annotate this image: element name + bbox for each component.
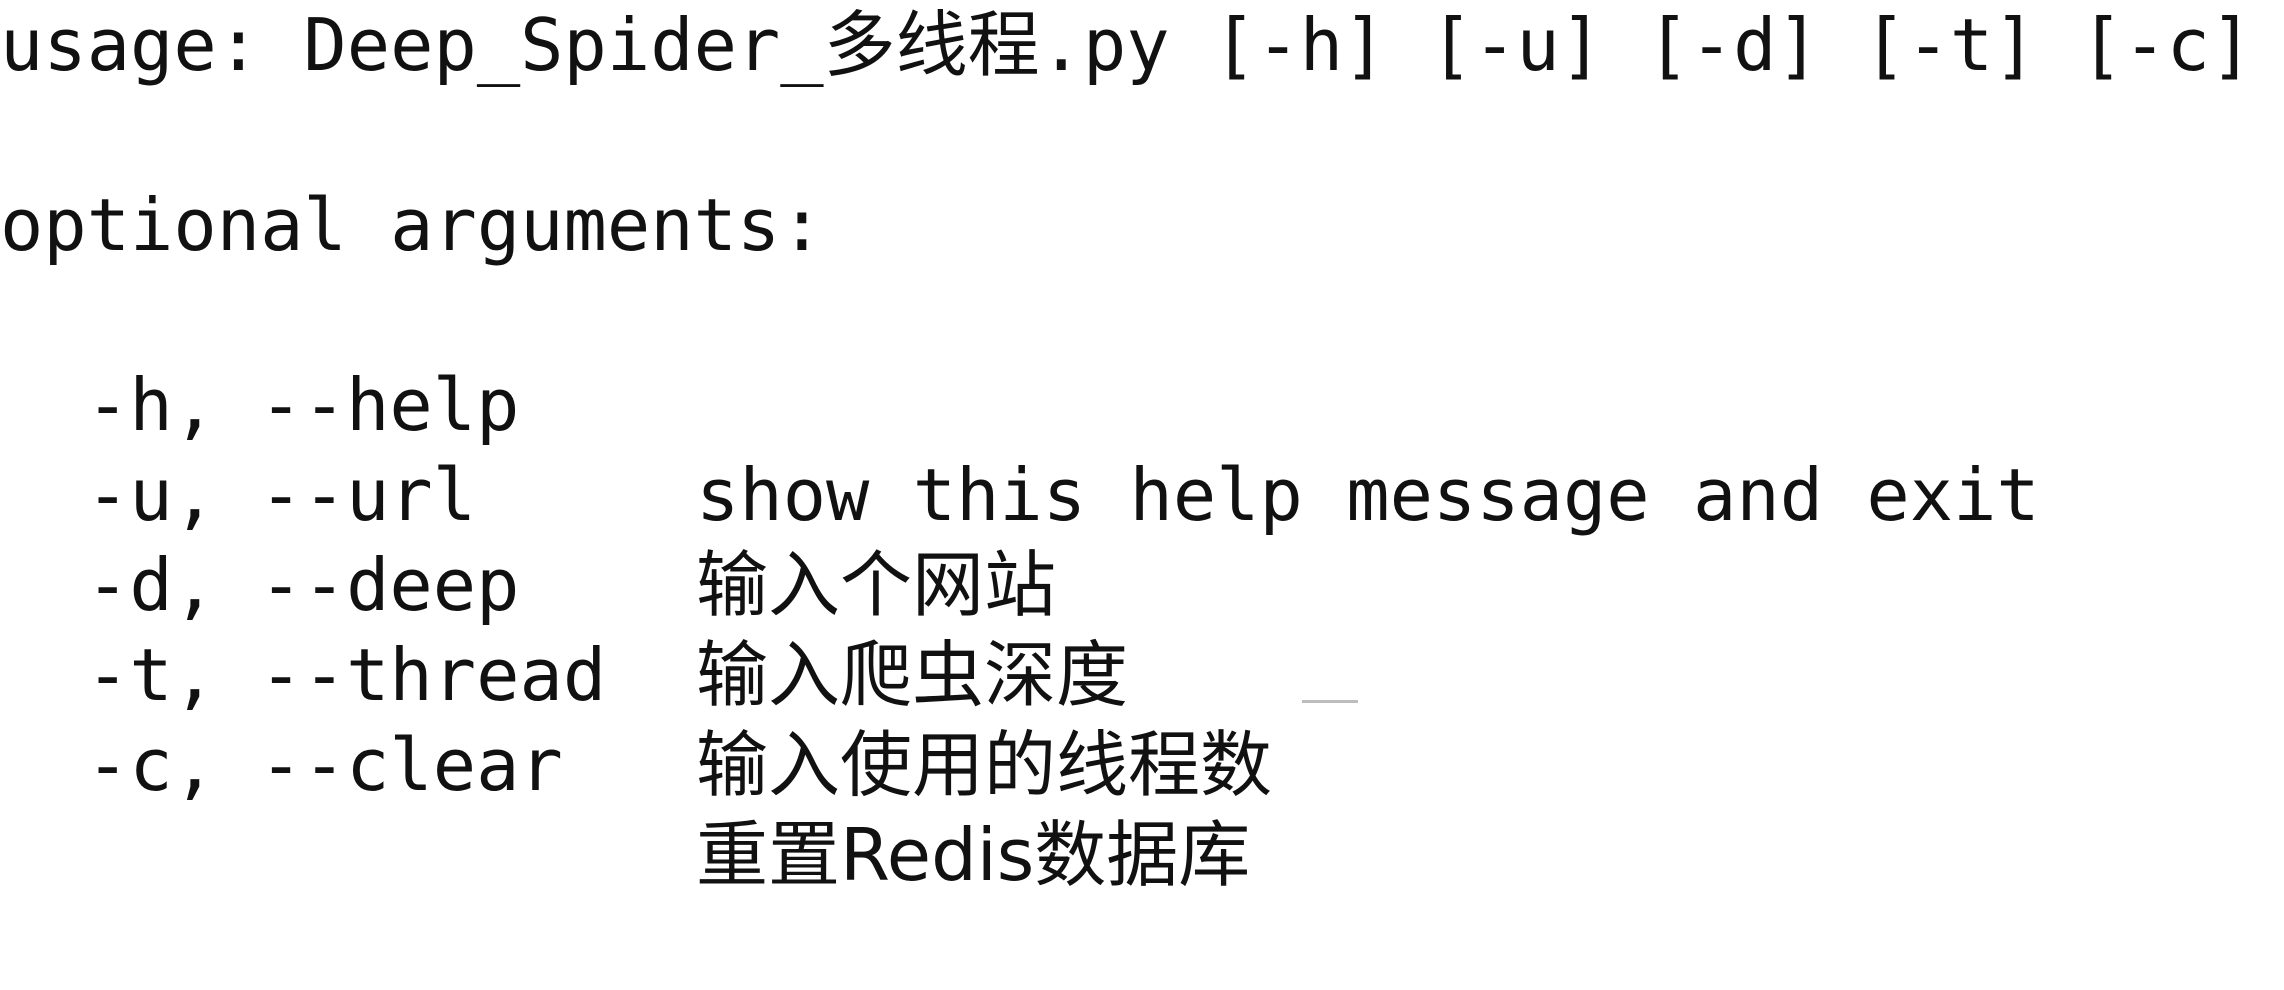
usage-line: usage: Deep_Spider_多线程.py [-h] [-u] [-d]… bbox=[0, 3, 2254, 87]
option-row-url: -u, --url 输入个网站 bbox=[0, 360, 1056, 627]
option-description: 输入使用的线程数 bbox=[696, 723, 1273, 807]
option-description: show this help message and exit bbox=[696, 453, 2040, 537]
option-row-deep: -d, --deep 输入爬虫深度 bbox=[0, 450, 1128, 717]
terminal-output: usage: Deep_Spider_多线程.py [-h] [-u] [-d]… bbox=[0, 0, 2284, 897]
option-description: 输入个网站 bbox=[696, 543, 1057, 627]
section-title: optional arguments: bbox=[0, 183, 824, 267]
option-description: 输入爬虫深度 bbox=[696, 633, 1129, 717]
cursor-underline bbox=[1302, 700, 1358, 703]
option-flags: -c, --clear bbox=[86, 723, 563, 807]
option-row-thread: -t, --thread 输入使用的线程数 bbox=[0, 540, 1272, 807]
option-row-clear: -c, --clear 重置Redis数据库 bbox=[0, 630, 1250, 897]
option-description: 重置Redis数据库 bbox=[696, 813, 1251, 897]
option-row-help: -h, --help show this help message and ex… bbox=[0, 270, 2040, 537]
